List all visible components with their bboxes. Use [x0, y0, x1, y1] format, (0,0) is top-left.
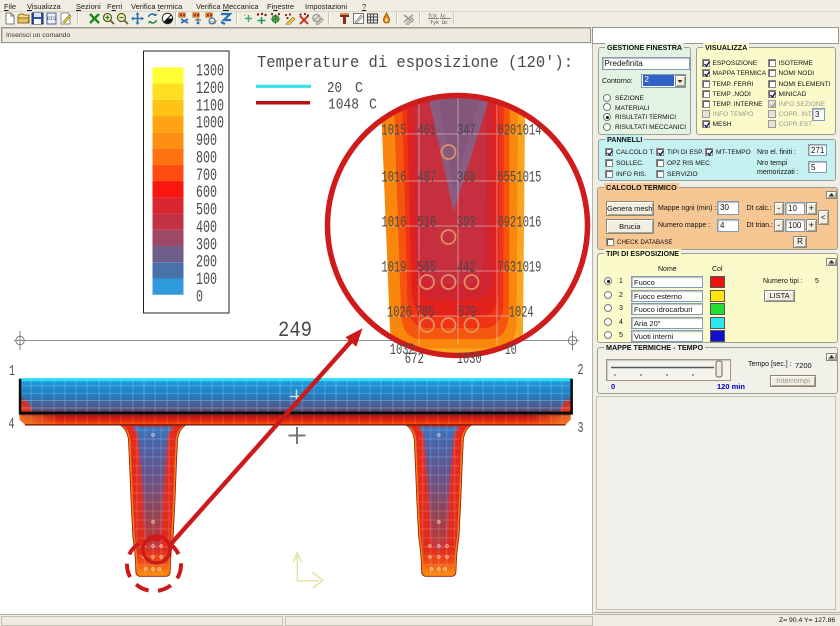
svg-text:1015: 1015	[382, 122, 407, 140]
svg-text:1014: 1014	[517, 122, 542, 140]
svg-text:1015: 1015	[517, 169, 542, 187]
svg-text:516: 516	[418, 214, 437, 232]
svg-text:0: 0	[196, 287, 203, 307]
svg-text:579: 579	[458, 304, 477, 322]
svg-text:442: 442	[457, 259, 476, 277]
svg-text:1019: 1019	[517, 259, 542, 277]
svg-text:dxf: dxf	[209, 20, 217, 25]
svg-text:C: C	[369, 97, 377, 114]
svg-text:620: 620	[498, 122, 517, 140]
svg-text:1016: 1016	[517, 214, 542, 232]
svg-text:1026: 1026	[387, 304, 412, 322]
svg-text:Temperature di esposizione (12: Temperature di esposizione (120'):	[257, 54, 573, 73]
svg-text:461: 461	[418, 122, 437, 140]
svg-text:1030: 1030	[457, 350, 482, 368]
svg-text:1016: 1016	[382, 169, 407, 187]
svg-text:763: 763	[498, 259, 517, 277]
svg-text:1024: 1024	[509, 304, 534, 322]
svg-text:655: 655	[498, 169, 517, 187]
svg-text:4: 4	[9, 416, 15, 433]
svg-text:fyk: fyk	[430, 20, 439, 25]
svg-text:487: 487	[418, 169, 437, 187]
svg-text:565: 565	[418, 259, 437, 277]
svg-text:10: 10	[505, 341, 517, 359]
svg-text:705: 705	[416, 304, 435, 322]
svg-text:20: 20	[327, 80, 342, 97]
svg-text:368: 368	[457, 169, 476, 187]
svg-text:1048: 1048	[328, 97, 359, 114]
svg-text:C: C	[355, 80, 363, 97]
svg-text:2: 2	[578, 362, 584, 379]
svg-text:249: 249	[278, 318, 312, 343]
svg-text:393: 393	[457, 214, 476, 232]
svg-text:347: 347	[457, 122, 476, 140]
svg-text:1016: 1016	[382, 214, 407, 232]
svg-text:1019: 1019	[382, 259, 407, 277]
svg-text:Ωc: Ωc	[442, 20, 448, 25]
svg-text:1: 1	[9, 363, 15, 380]
svg-text:DIS: DIS	[47, 16, 56, 22]
svg-text:692: 692	[498, 214, 517, 232]
svg-text:672: 672	[405, 350, 424, 368]
svg-text:3: 3	[578, 420, 584, 437]
